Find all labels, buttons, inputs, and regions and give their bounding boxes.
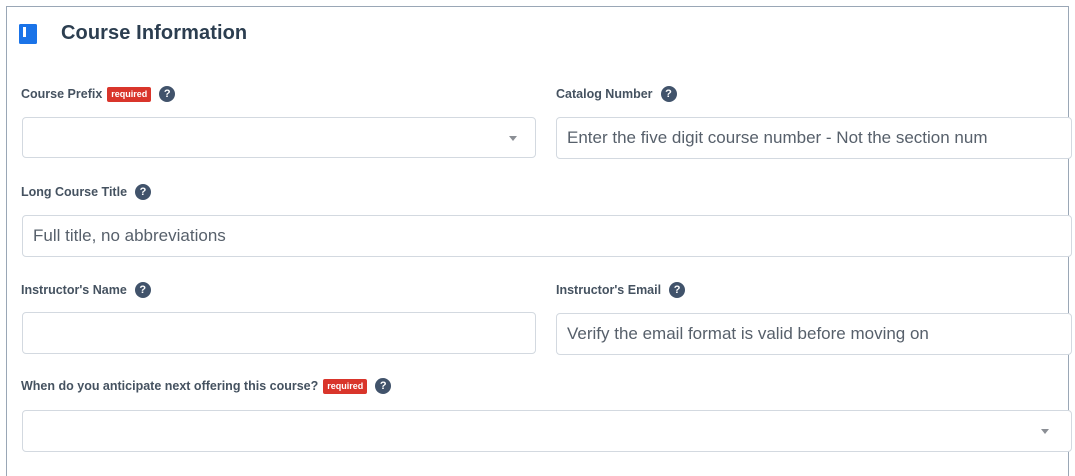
instructor-name-input[interactable] (22, 312, 536, 354)
help-icon[interactable]: ? (135, 184, 152, 200)
help-icon[interactable]: ? (134, 282, 151, 298)
help-icon[interactable]: ? (159, 86, 176, 102)
help-icon[interactable]: ? (660, 86, 677, 102)
required-badge: required (323, 378, 368, 394)
book-icon (18, 23, 38, 45)
required-badge: required (107, 86, 152, 102)
chevron-down-icon (509, 135, 517, 141)
instructor-email-placeholder: Verify the email format is valid before … (567, 324, 929, 343)
course-prefix-select[interactable] (22, 117, 536, 158)
catalog-number-label-text: Catalog Number (556, 87, 653, 101)
section-header: Course Information (18, 22, 247, 45)
chevron-down-icon (1041, 429, 1049, 434)
long-course-title-placeholder: Full title, no abbreviations (33, 226, 226, 245)
instructor-email-input[interactable]: Verify the email format is valid before … (556, 313, 1072, 355)
section-title: Course Information (61, 22, 248, 44)
next-offering-label: When do you anticipate next offering thi… (21, 378, 392, 394)
help-icon[interactable]: ? (375, 378, 392, 394)
course-prefix-label-text: Course Prefix (21, 87, 103, 101)
help-icon[interactable]: ? (669, 282, 686, 298)
next-offering-label-text: When do you anticipate next offering thi… (21, 379, 319, 393)
long-course-title-label-text: Long Course Title (21, 185, 128, 199)
instructor-email-label: Instructor's Email ? (556, 282, 686, 298)
catalog-number-input[interactable]: Enter the five digit course number - Not… (556, 117, 1072, 159)
catalog-number-placeholder: Enter the five digit course number - Not… (567, 128, 988, 147)
next-offering-select[interactable] (22, 410, 1072, 452)
instructor-name-label-text: Instructor's Name (21, 283, 127, 297)
long-course-title-label: Long Course Title ? (21, 184, 152, 200)
catalog-number-label: Catalog Number ? (556, 86, 677, 102)
long-course-title-input[interactable]: Full title, no abbreviations (22, 215, 1072, 257)
course-prefix-label: Course Prefix required ? (21, 86, 176, 102)
instructor-email-label-text: Instructor's Email (556, 283, 662, 297)
instructor-name-label: Instructor's Name ? (21, 282, 151, 298)
